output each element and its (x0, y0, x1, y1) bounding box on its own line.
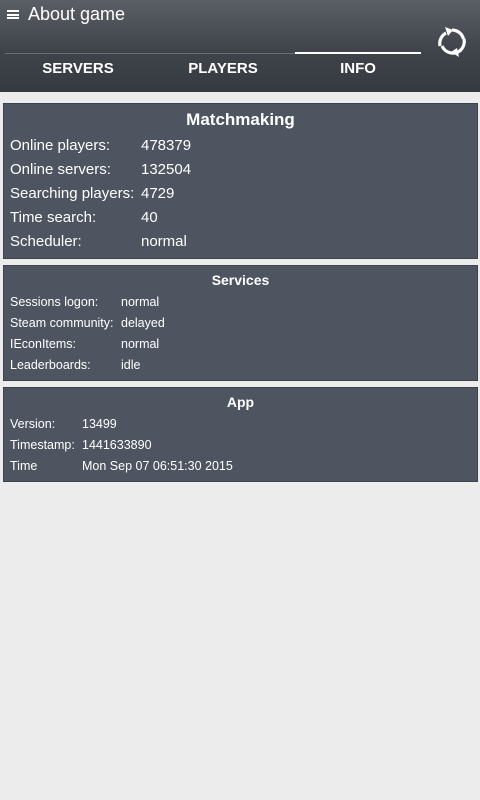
time-label: Time (10, 459, 38, 473)
tab-bar: SERVERS PLAYERS INFO (0, 50, 440, 92)
matchmaking-title: Matchmaking (186, 110, 295, 129)
online-players-label: Online players: (10, 137, 111, 154)
tab-info[interactable]: INFO (295, 50, 421, 92)
menu-icon[interactable] (7, 10, 19, 19)
app-panel: App Version: 13499 Timestamp: 1441633890… (3, 387, 478, 482)
timestamp-label: Timestamp: (10, 438, 75, 452)
page-title: About game (28, 4, 126, 24)
searching-players-value: 4729 (141, 185, 175, 202)
searching-players-label: Searching players: (10, 185, 135, 202)
scheduler-value: normal (141, 233, 187, 250)
action-bar: About game SERVERS PLAYERS INFO (0, 0, 480, 92)
leaderboards-label: Leaderboards: (10, 358, 91, 372)
tab-servers-label: SERVERS (42, 60, 114, 77)
ieconitems-value: normal (121, 337, 160, 351)
services-panel: Services Sessions logon: normal Steam co… (3, 265, 478, 381)
online-players-value: 478379 (141, 137, 192, 154)
scheduler-label: Scheduler: (10, 233, 82, 250)
steam-community-value: delayed (121, 316, 165, 330)
refresh-icon[interactable] (436, 24, 468, 60)
services-title: Services (211, 272, 270, 288)
sessions-logon-label: Sessions logon: (10, 295, 99, 309)
version-label: Version: (10, 417, 56, 431)
app-title: App (226, 394, 255, 410)
timestamp-value: 1441633890 (82, 438, 152, 452)
tab-servers[interactable]: SERVERS (5, 50, 151, 92)
matchmaking-panel: Matchmaking Online players: 478379 Onlin… (3, 103, 478, 259)
sessions-logon-value: normal (121, 295, 160, 309)
online-servers-label: Online servers: (10, 161, 111, 178)
time-value: Mon Sep 07 06:51:30 2015 (82, 459, 233, 473)
ieconitems-label: IEconItems: (10, 337, 76, 351)
tab-players[interactable]: PLAYERS (150, 50, 296, 92)
online-servers-value: 132504 (141, 161, 192, 178)
leaderboards-value: idle (121, 358, 141, 372)
version-value: 13499 (82, 417, 117, 431)
time-search-value: 40 (141, 209, 158, 226)
tab-players-label: PLAYERS (188, 60, 258, 77)
time-search-label: Time search: (10, 209, 97, 226)
steam-community-label: Steam community: (10, 316, 114, 330)
tab-info-label: INFO (340, 60, 376, 77)
